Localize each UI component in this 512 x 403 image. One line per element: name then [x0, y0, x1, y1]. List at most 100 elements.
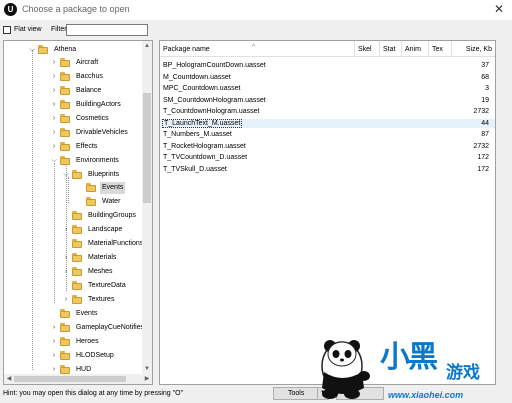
scroll-up-icon[interactable]: ▲ — [142, 41, 152, 51]
file-row[interactable]: T_CountdownHologram.uasset 2732 — [160, 107, 495, 116]
tree-item-label: TextureData — [88, 282, 126, 289]
collapsed-icon[interactable]: › — [50, 113, 58, 125]
collapsed-icon[interactable]: › — [50, 99, 58, 111]
tree-item-label: GameplayCueNotifies — [76, 324, 145, 331]
col-size[interactable]: Size, Kb — [452, 41, 495, 57]
watermark-text: 小黑 — [380, 340, 438, 375]
tree-horizontal-scrollbar[interactable]: ◀ ▶ — [4, 374, 152, 384]
close-icon[interactable]: ✕ — [494, 2, 504, 16]
sort-ascending-icon: ^ — [252, 44, 256, 51]
collapsed-icon[interactable]: › — [50, 57, 58, 69]
tree-vertical-scrollbar[interactable]: ▲ ▼ — [142, 41, 152, 374]
collapsed-icon[interactable]: › — [50, 127, 58, 139]
file-name: T_TVCountdown_D.uasset — [163, 154, 248, 161]
tree-item-label: Water — [102, 198, 121, 205]
file-row[interactable]: T_LaunchText_M.uasset 44 — [160, 118, 495, 128]
collapsed-icon[interactable]: › — [50, 141, 58, 153]
file-row[interactable]: T_RocketHologram.uasset 2732 — [160, 142, 495, 151]
collapsed-icon[interactable]: › — [62, 224, 70, 236]
watermark-subtext: 游戏 — [446, 363, 480, 383]
tree-item-label: BuildingActors — [76, 101, 121, 108]
tree-item-label: MaterialFunctions — [88, 240, 144, 247]
panda-icon — [321, 340, 370, 399]
folder-icon — [60, 323, 70, 332]
file-row[interactable]: T_Numbers_M.uasset 87 — [160, 130, 495, 139]
collapsed-icon[interactable]: › — [62, 252, 70, 264]
package-tree[interactable]: ⌵ Athena › Aircraft › Bacchus › Balance › Buildin… — [3, 40, 153, 385]
col-skel[interactable]: Skel — [355, 41, 380, 57]
file-row[interactable]: T_TVCountdown_D.uasset 172 — [160, 153, 495, 162]
tree-guide-line — [54, 163, 55, 303]
folder-icon — [72, 267, 82, 276]
file-size: 37 — [481, 62, 489, 69]
scroll-down-icon[interactable]: ▼ — [142, 364, 152, 374]
hint-text: Hint: you may open this dialog at any ti… — [3, 390, 184, 397]
file-size: 3 — [485, 85, 489, 92]
folder-icon — [38, 45, 48, 54]
scroll-right-icon[interactable]: ▶ — [142, 374, 152, 384]
file-size: 87 — [481, 131, 489, 138]
watermark-url: www.xiaohei.com — [388, 390, 464, 400]
collapsed-icon[interactable]: › — [50, 336, 58, 348]
col-anim[interactable]: Anim — [402, 41, 429, 57]
tree-item-label: Heroes — [76, 338, 99, 345]
folder-icon — [72, 225, 82, 234]
scroll-left-icon[interactable]: ◀ — [4, 374, 14, 384]
folder-icon — [60, 156, 70, 165]
folder-icon — [72, 253, 82, 262]
tree-item-label: Balance — [76, 87, 102, 94]
window-title: Choose a package to open — [22, 4, 130, 14]
folder-icon — [72, 211, 82, 220]
collapsed-icon[interactable]: › — [62, 294, 70, 306]
tree-item-label: Effects — [76, 143, 98, 150]
tools-label: Tools — [288, 390, 305, 397]
expanded-icon[interactable]: ⌵ — [28, 44, 36, 56]
collapsed-icon[interactable]: › — [50, 71, 58, 83]
flat-view-label: Flat view — [14, 26, 42, 33]
scroll-thumb[interactable] — [14, 376, 126, 382]
folder-icon — [72, 281, 82, 290]
file-row[interactable]: BP_HologramCountDown.uasset 37 — [160, 61, 495, 70]
file-size: 172 — [477, 165, 489, 173]
scroll-thumb[interactable] — [143, 93, 151, 203]
tree-guide-line — [32, 50, 33, 370]
file-name: T_TVSkull_D.uasset — [163, 165, 227, 173]
file-row[interactable]: M_Countdown.uasset 68 — [160, 73, 495, 82]
flat-view-checkbox[interactable] — [3, 26, 11, 34]
folder-icon — [60, 351, 70, 360]
folder-icon — [60, 58, 70, 67]
filter-input[interactable] — [66, 24, 148, 36]
file-row[interactable]: MPC_Countdown.uasset 3 — [160, 84, 495, 93]
collapsed-icon[interactable]: › — [50, 350, 58, 362]
expanded-icon[interactable]: ⌵ — [62, 169, 70, 181]
file-size: 19 — [481, 96, 489, 104]
watermark-logo: 小黑 游戏 www.xiaohei.com — [318, 328, 512, 403]
file-row[interactable]: T_TVSkull_D.uasset 172 — [160, 165, 495, 174]
folder-icon — [86, 183, 96, 192]
tree-item-label: Cosmetics — [76, 115, 109, 122]
folder-icon — [60, 86, 70, 95]
tree-item-label: Bacchus — [76, 73, 103, 80]
tree-item-label: Athena — [54, 46, 77, 53]
folder-icon — [72, 295, 82, 304]
file-name: T_LaunchText_M.uasset — [162, 118, 243, 128]
collapsed-icon[interactable]: › — [50, 322, 58, 334]
filter-bar: Flat view Filter: — [0, 20, 512, 39]
tree-item-label: Events — [100, 182, 126, 194]
collapsed-icon[interactable]: › — [62, 266, 70, 278]
file-size: 172 — [477, 154, 489, 161]
collapsed-icon[interactable]: › — [50, 85, 58, 97]
file-size: 2732 — [473, 108, 489, 115]
folder-icon — [60, 72, 70, 81]
col-package-name[interactable]: Package name ^ — [160, 41, 355, 57]
expanded-icon[interactable]: ⌵ — [50, 155, 58, 167]
folder-icon — [60, 337, 70, 346]
file-size: 68 — [481, 73, 489, 81]
file-row[interactable]: SM_CountdownHologram.uasset 19 — [160, 96, 495, 105]
file-name: BP_HologramCountDown.uasset — [163, 62, 266, 69]
file-name: T_RocketHologram.uasset — [163, 142, 246, 150]
col-tex[interactable]: Tex — [429, 41, 452, 57]
col-stat[interactable]: Stat — [380, 41, 402, 57]
folder-icon — [72, 239, 82, 248]
folder-icon — [60, 365, 70, 374]
